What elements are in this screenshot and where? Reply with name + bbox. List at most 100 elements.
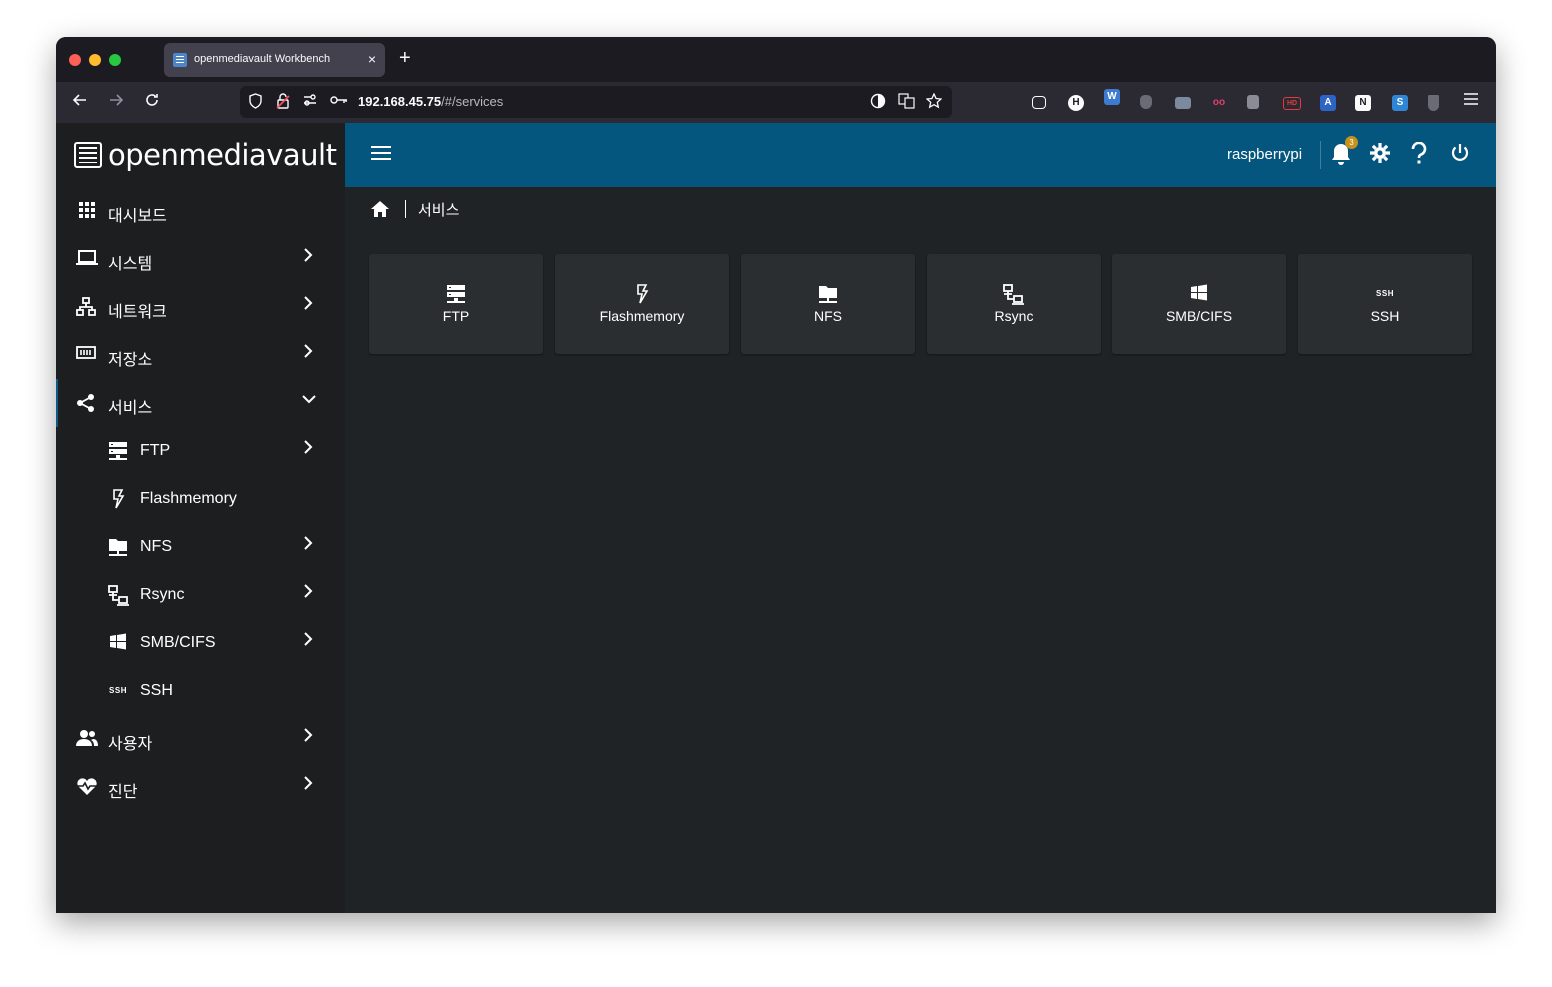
gear-icon[interactable]	[1369, 142, 1391, 169]
tile-ssh[interactable]: SSH SSH	[1298, 254, 1472, 354]
key-icon[interactable]	[330, 93, 348, 109]
app-menu-icon[interactable]	[1464, 92, 1478, 110]
sidebar-item-rsync[interactable]: Rsync	[56, 571, 345, 619]
h-extension-icon[interactable]: H	[1068, 95, 1084, 111]
s-extension-icon[interactable]: S	[1392, 95, 1408, 111]
sidebar-item-nfs[interactable]: NFS	[56, 523, 345, 571]
chevron-right-icon	[302, 776, 314, 795]
tile-label: SSH	[1370, 308, 1400, 324]
logo-icon	[74, 142, 102, 168]
toolbar-divider	[1320, 141, 1321, 169]
word-extension-icon[interactable]: W	[1104, 89, 1120, 105]
share-icon	[76, 393, 96, 413]
sidebar-item-diagnostics[interactable]: 진단	[56, 763, 345, 811]
sidebar-item-label: 진단	[108, 784, 138, 801]
tile-nfs[interactable]: NFS	[741, 254, 915, 354]
sidebar-item-label: 사용자	[108, 736, 153, 753]
breadcrumb-current: 서비스	[418, 201, 460, 219]
windows-icon	[108, 633, 128, 653]
notification-badge: 3	[1345, 136, 1358, 149]
favicon-icon	[173, 53, 187, 67]
bookmark-star-icon[interactable]	[925, 92, 943, 112]
insecure-lock-icon[interactable]	[276, 93, 290, 112]
logo-text: openmediavault	[108, 138, 337, 172]
power-icon[interactable]	[1450, 142, 1470, 169]
browser-tab[interactable]: openmediavault Workbench ×	[164, 43, 385, 77]
forward-icon[interactable]	[108, 92, 124, 113]
zoom-window-button[interactable]	[109, 54, 121, 66]
permissions-icon[interactable]	[302, 93, 318, 110]
sidebar-item-label: 시스템	[108, 256, 153, 273]
close-window-button[interactable]	[69, 54, 81, 66]
folder-network-icon	[741, 284, 915, 310]
flash-icon	[555, 284, 729, 310]
sidebar-item-dashboard[interactable]: 대시보드	[56, 187, 345, 235]
help-icon[interactable]	[1411, 141, 1427, 169]
hamburger-menu-icon[interactable]	[371, 146, 391, 164]
flash-icon	[108, 489, 128, 509]
chevron-right-icon	[302, 440, 314, 459]
sidebar-item-label: SSH	[140, 682, 173, 699]
shield-extension-icon[interactable]	[1140, 95, 1152, 109]
hd-extension-icon[interactable]: HD	[1283, 97, 1301, 110]
chevron-right-icon	[302, 344, 314, 363]
shield-icon[interactable]	[248, 93, 263, 112]
translate-extension-icon[interactable]: A	[1320, 95, 1336, 111]
tile-flashmemory[interactable]: Flashmemory	[555, 254, 729, 354]
sidebar-item-label: NFS	[140, 538, 172, 555]
url-bar[interactable]: 192.168.45.75/#/services	[240, 86, 952, 118]
sidebar-item-flashmemory[interactable]: Flashmemory	[56, 475, 345, 523]
sidebar-item-label: SMB/CIFS	[140, 634, 216, 651]
lan-icon	[108, 585, 129, 606]
reload-icon[interactable]	[144, 92, 160, 113]
new-tab-button[interactable]: +	[399, 48, 411, 68]
server-icon	[108, 441, 128, 461]
tab-title: openmediavault Workbench	[194, 53, 331, 65]
top-toolbar: raspberrypi 3	[345, 123, 1496, 187]
nav-bar: 192.168.45.75/#/services H W oo HD A N S	[56, 82, 1496, 123]
sidebar-item-users[interactable]: 사용자	[56, 715, 345, 763]
back-icon[interactable]	[72, 92, 88, 113]
laptop-icon	[76, 249, 98, 269]
notion-extension-icon[interactable]: N	[1355, 95, 1371, 111]
glasses-extension-icon[interactable]: oo	[1211, 95, 1227, 111]
sidebar-item-ssh[interactable]: SSH SSH	[56, 667, 345, 715]
minimize-window-button[interactable]	[89, 54, 101, 66]
sidebar-item-network[interactable]: 네트워크	[56, 283, 345, 331]
pocket-icon[interactable]	[1032, 96, 1046, 109]
flag-extension-icon[interactable]	[1247, 95, 1259, 109]
tile-label: NFS	[814, 308, 842, 324]
sidebar-item-ftp[interactable]: FTP	[56, 427, 345, 475]
screenshot-extension-icon[interactable]	[1175, 97, 1191, 109]
tile-label: Flashmemory	[599, 308, 685, 324]
chevron-right-icon	[302, 728, 314, 747]
ssh-icon: SSH	[109, 686, 127, 695]
server-icon	[369, 284, 543, 310]
sidebar-item-smb-cifs[interactable]: SMB/CIFS	[56, 619, 345, 667]
chevron-right-icon	[302, 584, 314, 603]
sidebar-item-label: 네트워크	[108, 304, 167, 321]
logo[interactable]: openmediavault	[74, 137, 337, 173]
home-icon[interactable]	[371, 200, 389, 218]
translate-icon[interactable]	[898, 93, 916, 112]
tab-close-icon[interactable]: ×	[368, 51, 376, 67]
breadcrumb-separator	[405, 200, 406, 218]
sidebar-item-services[interactable]: 서비스	[56, 379, 345, 427]
tile-smb-cifs[interactable]: SMB/CIFS	[1112, 254, 1286, 354]
url-host: 192.168.45.75	[358, 94, 442, 109]
chevron-right-icon	[302, 536, 314, 555]
ublock-extension-icon[interactable]	[1428, 95, 1439, 111]
url-text[interactable]: 192.168.45.75/#/services	[358, 94, 503, 109]
chevron-right-icon	[302, 296, 314, 315]
sidebar-item-label: 대시보드	[108, 208, 167, 225]
tile-rsync[interactable]: Rsync	[927, 254, 1101, 354]
sidebar-item-storage[interactable]: 저장소	[56, 331, 345, 379]
sidebar-item-system[interactable]: 시스템	[56, 235, 345, 283]
tile-label: Rsync	[994, 308, 1034, 324]
sidebar-item-label: Flashmemory	[140, 490, 237, 507]
tile-ftp[interactable]: FTP	[369, 254, 543, 354]
url-path: /#/services	[441, 94, 504, 109]
windows-icon	[1112, 284, 1286, 308]
reader-mode-icon[interactable]	[870, 93, 886, 112]
sidebar-item-label: 서비스	[108, 400, 153, 417]
